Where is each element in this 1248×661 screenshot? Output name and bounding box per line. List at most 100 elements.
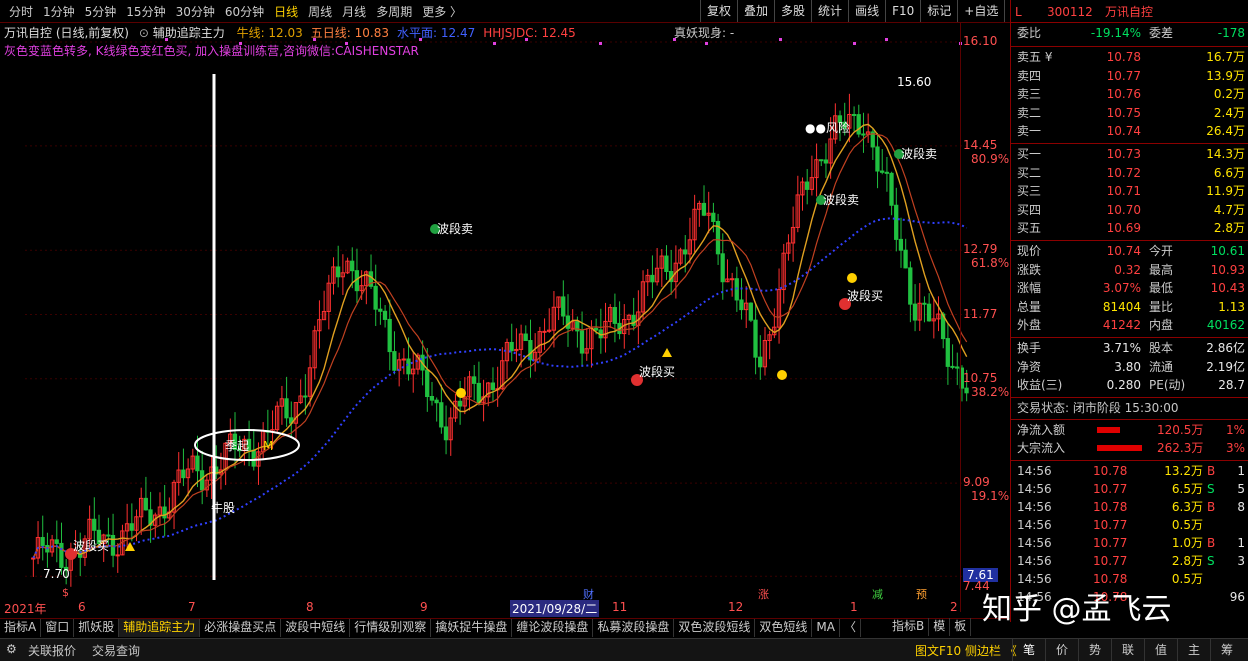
book-label: 卖四	[1017, 68, 1042, 83]
trade-state: 交易状态: 闭市阶段 15:30:00	[1017, 400, 1179, 415]
order-book-row[interactable]: 卖五 ¥ 10.78 16.7万	[1011, 48, 1248, 66]
tab-period-4[interactable]: 30分钟	[171, 3, 220, 20]
event-badge[interactable]: 减	[872, 586, 883, 602]
indicator-tab-1[interactable]: 窗口	[41, 619, 75, 637]
side-tab-6[interactable]: 筹	[1210, 639, 1243, 661]
tick-volume: 6.3万	[1171, 500, 1203, 514]
candle	[561, 296, 566, 317]
tab-period-6[interactable]: 日线	[269, 3, 303, 20]
indicator-tab-11[interactable]: 双色短线	[755, 619, 813, 637]
order-book-row[interactable]: 卖二 10.75 2.4万	[1011, 104, 1248, 122]
candle	[284, 398, 289, 419]
toolbar-button-5[interactable]: F10	[885, 0, 920, 22]
stat-label: 今开	[1149, 244, 1174, 258]
related-quote-link[interactable]: 关联报价	[28, 642, 76, 659]
trade-query-link[interactable]: 交易查询	[92, 642, 140, 659]
toolbar-button-2[interactable]: 多股	[774, 0, 811, 22]
indicator-tab-13[interactable]: 〈	[840, 619, 861, 637]
toolbar-button-4[interactable]: 画线	[848, 0, 885, 22]
indicator-tab-12[interactable]: MA	[812, 619, 840, 637]
book-price: 10.76	[1106, 87, 1141, 102]
candle	[162, 506, 167, 519]
candle	[912, 303, 918, 321]
toolbar-button-1[interactable]: 叠加	[737, 0, 774, 22]
order-book-row[interactable]: 买四 10.70 4.7万	[1011, 201, 1248, 219]
tab-period-3[interactable]: 15分钟	[121, 3, 170, 20]
toolbar-button-7[interactable]: +自选	[957, 0, 1004, 22]
order-book-row[interactable]: 买二 10.72 6.6万	[1011, 164, 1248, 182]
divider	[1011, 337, 1248, 338]
candle	[406, 358, 411, 375]
indicator-tab-right-1[interactable]: 模	[929, 618, 951, 636]
book-volume: 16.7万	[1206, 50, 1245, 64]
candle	[509, 341, 514, 352]
toolbar-button-0[interactable]: 复权	[700, 0, 737, 22]
indicator-tab-8[interactable]: 缠论波段操盘	[512, 619, 594, 637]
indicator-tab-2[interactable]: 抓妖股	[74, 619, 120, 637]
indicator-tab-9[interactable]: 私募波段操盘	[593, 619, 675, 637]
indicator-tab-right-2[interactable]: 板	[950, 618, 972, 636]
tick-row: 14:56 10.77 0.5万	[1011, 516, 1248, 534]
toolbar-button-3[interactable]: 统计	[811, 0, 848, 22]
indicator-tab-5[interactable]: 波段中短线	[281, 619, 351, 637]
order-book-row[interactable]: 卖三 10.76 0.2万	[1011, 85, 1248, 103]
event-badge[interactable]: 预	[916, 586, 927, 602]
gear-icon[interactable]: ⚙	[6, 642, 17, 656]
candle	[889, 172, 894, 206]
indicator-tab-7[interactable]: 擒妖捉牛操盘	[431, 619, 513, 637]
tab-period-8[interactable]: 月线	[337, 3, 371, 20]
side-tab-5[interactable]: 主	[1177, 639, 1210, 661]
tick-price: 10.77	[1093, 518, 1128, 532]
toolbar-button-6[interactable]: 标记	[920, 0, 957, 22]
indicator-tabs: 指标A 窗口 抓妖股 辅助追踪主力 必涨操盘买点 波段中短线 行情级别观察 擒妖捉牛操盘 缠论波…	[0, 618, 1010, 637]
candle	[106, 534, 111, 537]
indicator-tab-3[interactable]: 辅助追踪主力	[119, 619, 201, 637]
candle	[701, 202, 707, 216]
candle	[443, 426, 449, 441]
date-label: 2021年	[4, 602, 47, 616]
order-book-row[interactable]: 卖一 10.74 26.4万	[1011, 122, 1248, 140]
tab-period-7[interactable]: 周线	[303, 3, 337, 20]
event-badge[interactable]: 涨	[758, 586, 769, 602]
event-marker-icon[interactable]: $	[62, 586, 69, 599]
fib-pct: 19.1%	[971, 489, 1010, 504]
candle	[476, 382, 481, 404]
event-badge[interactable]: 财	[583, 586, 594, 602]
indicator-tab-0[interactable]: 指标A	[0, 619, 42, 637]
tab-period-5[interactable]: 60分钟	[220, 3, 269, 20]
book-volume: 2.8万	[1213, 221, 1245, 236]
indicator-tab-6[interactable]: 行情级别观察	[350, 619, 432, 637]
tab-period-0[interactable]: 分时	[4, 3, 38, 20]
book-label: 买二	[1017, 165, 1042, 180]
tab-period-1[interactable]: 1分钟	[38, 3, 80, 20]
tab-period-9[interactable]: 多周期	[371, 3, 417, 20]
stat-value: 2.86亿	[1206, 341, 1245, 355]
candle	[457, 400, 463, 407]
order-book-row[interactable]: 买五 10.69 2.8万	[1011, 219, 1248, 237]
stat-label: PE(动)	[1149, 378, 1186, 393]
signal-dot	[345, 42, 348, 45]
quote-panel: L 300112 万讯自控 委比 -19.14% 委差 -178 卖五 ¥10.78 16…	[1010, 0, 1248, 622]
side-tab-3[interactable]: 联	[1111, 639, 1144, 661]
side-tab-4[interactable]: 值	[1144, 639, 1177, 661]
indicator-tab-10[interactable]: 双色波段短线	[674, 619, 756, 637]
stat-value: 3.07%	[1102, 281, 1141, 296]
date-label: 12	[728, 600, 744, 614]
order-book-row[interactable]: 卖四 10.77 13.9万	[1011, 67, 1248, 85]
indicator-tab-right-0[interactable]: 指标B	[888, 618, 930, 636]
tab-period-2[interactable]: 5分钟	[80, 3, 122, 20]
kline-chart[interactable]: 季起 M牛股15.607.70●●风险波段卖波段卖波段卖波段买波段买波段买	[0, 22, 1010, 612]
book-price: 10.77	[1106, 68, 1141, 83]
f10-sidebar-link[interactable]: 图文F10 侧边栏 《	[915, 642, 1017, 659]
order-book-row[interactable]: 买三 10.71 11.9万	[1011, 182, 1248, 200]
stat-label: 最高	[1149, 262, 1174, 277]
order-book-row[interactable]: 买一 10.73 14.3万	[1011, 145, 1248, 163]
candle	[528, 340, 533, 361]
weicha-value: -178	[1217, 26, 1245, 40]
indicator-tab-4[interactable]: 必涨操盘买点	[200, 619, 282, 637]
tab-period-10[interactable]: 更多 〉	[417, 3, 467, 20]
side-tab-2[interactable]: 势	[1078, 639, 1111, 661]
side-tab-1[interactable]: 价	[1045, 639, 1078, 661]
side-tab-0[interactable]: 笔	[1012, 639, 1045, 661]
stats-row: 涨幅 3.07% 最低 10.43	[1011, 279, 1248, 297]
